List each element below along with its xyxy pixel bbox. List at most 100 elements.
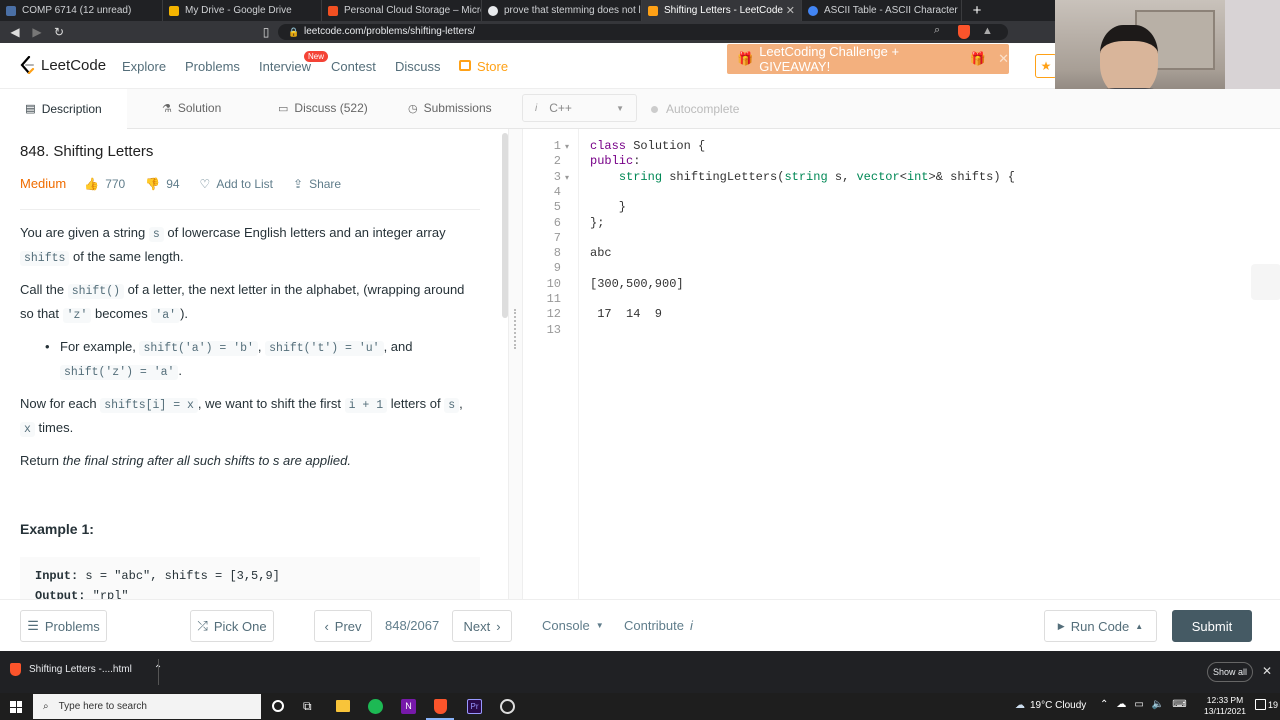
onedrive-icon[interactable]: ☁ — [1116, 699, 1126, 710]
spotify-icon[interactable] — [368, 699, 383, 714]
clock[interactable]: 12:33 PM 13/11/2021 — [1200, 695, 1250, 717]
close-icon[interactable]: ✕ — [998, 51, 1009, 67]
weather-widget[interactable]: ☁ 19°C Cloudy — [1015, 700, 1086, 711]
browser-tab[interactable]: prove that stemming does not lower r — [482, 0, 642, 21]
problems-button[interactable]: ☰ Problems — [20, 610, 107, 642]
code-line[interactable]: abc — [590, 246, 612, 260]
panel-splitter[interactable] — [508, 129, 522, 599]
close-tab-icon[interactable]: ✕ — [786, 4, 795, 17]
show-all-button[interactable]: Show all — [1207, 662, 1253, 682]
contribute-button[interactable]: Contribute i — [624, 618, 693, 633]
nav-discuss[interactable]: Discuss — [395, 59, 441, 74]
leetcode-icon — [648, 5, 658, 16]
next-button[interactable]: Next › — [452, 610, 512, 642]
code-line[interactable]: [300,500,900] — [590, 277, 684, 291]
leetcode-logo[interactable]: LeetCode — [20, 55, 106, 75]
console-button[interactable]: Console ▼ — [542, 618, 604, 633]
volume-icon[interactable]: 🔈 — [1152, 699, 1164, 710]
brave-rewards-icon[interactable]: ▲ — [982, 25, 993, 37]
notification-button[interactable]: 19 — [1255, 699, 1278, 710]
brave-shield-icon[interactable] — [958, 25, 970, 39]
file-explorer-icon[interactable] — [336, 700, 350, 712]
microsoft-icon — [328, 5, 338, 16]
language-icon[interactable]: ⌨ — [1172, 699, 1186, 710]
example-heading: Example 1: — [20, 521, 94, 537]
taskbar-search[interactable]: ⌕ Type here to search — [33, 694, 261, 719]
clock-icon: ◷ — [408, 102, 418, 115]
mail-icon — [6, 5, 16, 16]
windows-start-icon[interactable] — [10, 701, 22, 713]
tab-discuss[interactable]: ▭ Discuss (522) — [278, 101, 368, 115]
cloud-icon: ☁ — [1015, 700, 1025, 711]
lock-icon: 🔒 — [288, 27, 300, 37]
network-icon[interactable]: ▭ — [1134, 699, 1143, 710]
code-line[interactable]: string shiftingLetters(string s, vector<… — [590, 170, 1015, 184]
line-number: 11 — [546, 292, 561, 306]
back-icon[interactable]: ◀ — [4, 25, 26, 39]
tab-solution[interactable]: ⚗ Solution — [162, 101, 221, 115]
notification-count: 19 — [1268, 699, 1279, 710]
likes-count: 770 — [105, 176, 126, 191]
like-button[interactable]: 👍 770 — [84, 177, 125, 191]
nav-contest[interactable]: Contest — [331, 59, 376, 74]
code-example: shift('t') = 'u' — [265, 341, 384, 356]
reload-icon[interactable]: ↻ — [48, 25, 70, 39]
fold-icon[interactable]: ▾ — [565, 142, 569, 151]
code-line[interactable]: } — [590, 200, 626, 214]
language-select[interactable]: i C++ ▼ — [522, 94, 637, 122]
obs-icon[interactable] — [500, 699, 515, 714]
browser-tab[interactable]: Personal Cloud Storage – Microsoft C — [322, 0, 482, 21]
browser-tab[interactable]: COMP 6714 (12 unread) — [0, 0, 163, 21]
download-item[interactable]: Shifting Letters -....html ⌃ — [10, 663, 162, 676]
forward-icon[interactable]: ▶ — [26, 25, 48, 39]
nav-interview[interactable]: Interview — [259, 59, 311, 74]
code-line[interactable]: public: — [590, 154, 640, 168]
close-icon[interactable]: ✕ — [1262, 664, 1272, 678]
nav-store[interactable]: Store — [477, 59, 508, 74]
url-field[interactable]: 🔒 leetcode.com/problems/shifting-letters/ — [278, 24, 1008, 40]
browser-tab-active[interactable]: Shifting Letters - LeetCode ✕ — [642, 0, 802, 21]
brave-taskbar-icon[interactable] — [434, 699, 447, 714]
add-to-list-label: Add to List — [216, 176, 274, 191]
bookmark-icon[interactable]: ▯ — [255, 25, 277, 39]
nav-problems[interactable]: Problems — [185, 59, 240, 74]
onenote-icon[interactable]: N — [401, 699, 416, 714]
cortana-icon[interactable] — [272, 700, 284, 712]
chevron-up-icon[interactable]: ⌃ — [1100, 699, 1108, 710]
new-tab-button[interactable]: + — [962, 0, 992, 21]
tab-title: Personal Cloud Storage – Microsoft C — [344, 5, 481, 16]
editor-minimap-widget — [1251, 264, 1280, 300]
add-to-list-button[interactable]: ♡ Add to List — [200, 177, 273, 191]
dislike-button[interactable]: 👎 94 — [145, 177, 179, 191]
fold-icon[interactable]: ▾ — [565, 173, 569, 182]
submit-button[interactable]: Submit — [1172, 610, 1252, 642]
tab-submissions[interactable]: ◷ Submissions — [408, 101, 492, 115]
code-line[interactable]: }; — [590, 216, 604, 230]
premium-star-icon[interactable]: ★ — [1035, 54, 1057, 78]
tray-icons: ⌃ ☁ ▭ 🔈 ⌨ — [1100, 699, 1187, 710]
code-line[interactable]: 17 14 9 — [590, 307, 662, 321]
list-icon: ☰ — [27, 618, 39, 633]
code-editor[interactable]: 1 class Solution {2 public: 3 string shifti… — [522, 129, 1280, 599]
tab-description[interactable]: ▤ Description — [0, 89, 127, 129]
new-badge: New — [304, 51, 329, 62]
run-code-button[interactable]: ▶ Run Code ▲ — [1044, 610, 1157, 642]
pick-one-button[interactable]: ⤮ Pick One — [190, 610, 274, 642]
code-a: 'a' — [151, 307, 181, 323]
banner-text: LeetCoding Challenge + GIVEAWAY! — [759, 44, 900, 74]
prev-button[interactable]: ‹ Prev — [314, 610, 372, 642]
code-example: shift('a') = 'b' — [139, 341, 258, 356]
autocomplete-label: Autocomplete — [666, 102, 740, 116]
premiere-icon[interactable]: Pr — [467, 699, 482, 714]
share-button[interactable]: ⇪ Share — [293, 177, 341, 191]
task-view-icon[interactable]: ⧉ — [303, 699, 312, 714]
browser-tab[interactable]: ASCII Table - ASCII Character Codes, H — [802, 0, 962, 21]
challenge-banner[interactable]: 🎁 LeetCoding Challenge + GIVEAWAY! 🎁 ✕ — [727, 44, 1009, 74]
autocomplete-toggle[interactable]: Autocomplete — [651, 102, 739, 116]
nav-explore[interactable]: Explore — [122, 59, 166, 74]
zoom-icon[interactable]: ⌕ — [934, 24, 940, 37]
code-line[interactable]: class Solution { — [590, 139, 705, 153]
download-bar: Shifting Letters -....html ⌃ Show all ✕ — [0, 651, 1280, 693]
browser-tab[interactable]: My Drive - Google Drive — [163, 0, 322, 21]
splitter-grip-icon — [514, 309, 517, 349]
